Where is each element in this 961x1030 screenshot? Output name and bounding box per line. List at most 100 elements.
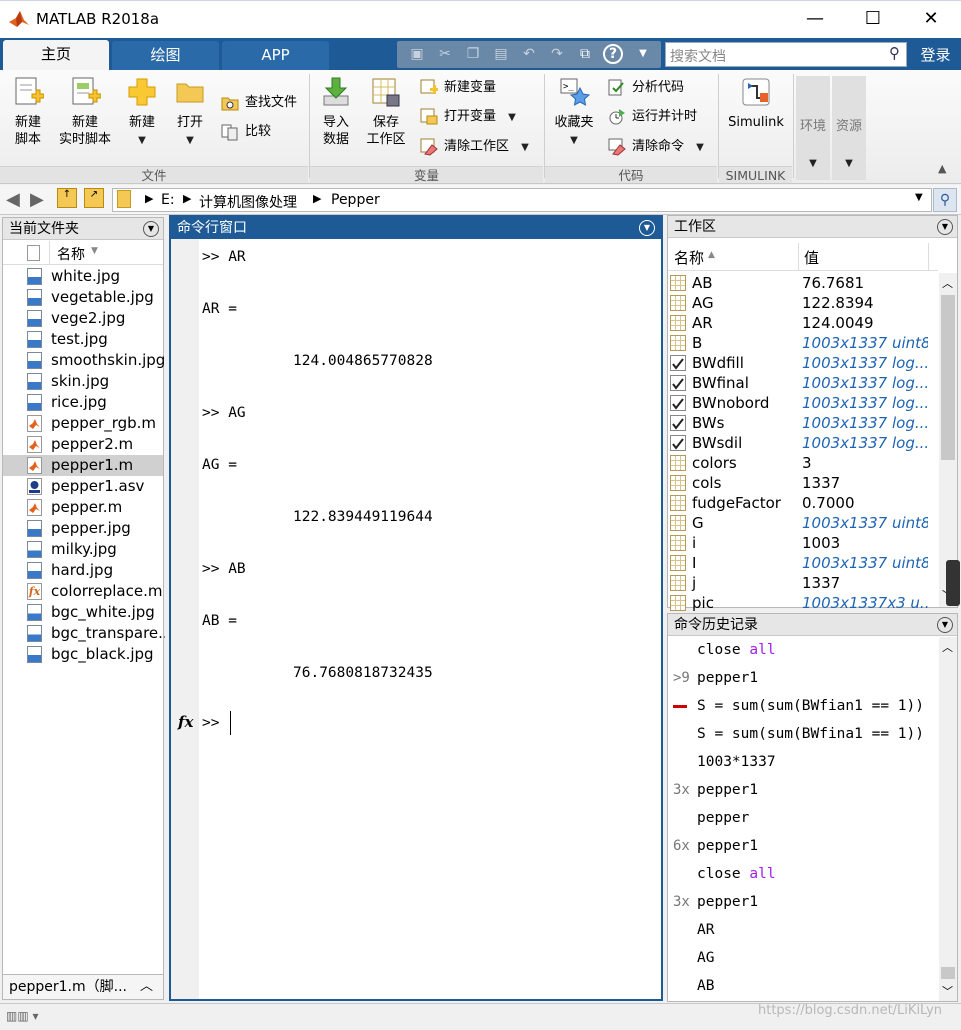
save-workspace-button[interactable]: 保存 工作区 — [363, 76, 409, 148]
favorites-dropdown-icon[interactable]: ▼ — [570, 135, 578, 146]
file-list-item[interactable]: vege2.jpg — [3, 308, 163, 329]
search-icon[interactable]: ⚲ — [889, 44, 900, 62]
workspace-variable-row[interactable]: BWsdil 1003x1337 log... — [668, 433, 940, 453]
search-documentation-input[interactable]: 搜索文档 ⚲ — [665, 42, 907, 67]
collapse-ribbon-icon[interactable]: ▲ — [938, 162, 946, 175]
resources-button[interactable]: 资源 ▼ — [832, 76, 866, 180]
new-live-script-button[interactable]: 新建 实时脚本 — [56, 76, 114, 148]
simulink-button[interactable]: Simulink — [722, 76, 790, 131]
forward-icon[interactable]: ▶ — [30, 189, 44, 210]
expand-details-icon[interactable]: ︿ — [140, 975, 153, 999]
file-list-item[interactable]: smoothskin.jpg — [3, 350, 165, 371]
open-dropdown-icon[interactable]: ▼ — [186, 135, 194, 146]
file-list-item[interactable]: white.jpg — [3, 266, 163, 287]
redo-icon[interactable]: ↷ — [547, 44, 567, 64]
scroll-thumb[interactable] — [941, 295, 955, 460]
environment-button[interactable]: 环境 ▼ — [796, 76, 830, 180]
workspace-variable-row[interactable]: BWs 1003x1337 log... — [668, 413, 940, 433]
history-entry[interactable]: pepper — [668, 804, 938, 832]
clear-workspace-button[interactable]: 清除工作区 ▼ — [420, 136, 529, 158]
login-button[interactable]: 登录 — [910, 40, 961, 70]
copy-icon[interactable]: ❐ — [463, 44, 483, 64]
scroll-thumb[interactable] — [941, 967, 955, 979]
close-button[interactable]: ✕ — [902, 1, 960, 39]
file-list-item[interactable]: pepper.jpg — [3, 518, 163, 539]
history-entry[interactable]: 3x pepper1 — [668, 888, 938, 916]
workspace-variable-row[interactable]: AR 124.0049 — [668, 313, 940, 333]
clear-workspace-dropdown-icon[interactable]: ▼ — [521, 142, 529, 153]
workspace-variable-row[interactable]: AB 76.7681 — [668, 273, 940, 293]
favorites-button[interactable]: >_ 收藏夹 ▼ — [550, 76, 598, 149]
file-list-item[interactable]: milky.jpg — [3, 539, 163, 560]
file-list-item[interactable]: test.jpg — [3, 329, 163, 350]
file-list-item[interactable]: pepper1.asv — [3, 476, 163, 497]
tab-plots[interactable]: 绘图 — [112, 41, 219, 70]
history-entry[interactable]: >9 pepper1 — [668, 664, 938, 692]
history-entry[interactable]: close all — [668, 636, 938, 664]
panel-menu-icon[interactable]: ▼ — [639, 220, 655, 236]
paste-icon[interactable]: ▤ — [491, 44, 511, 64]
history-entry[interactable]: S = sum(sum(BWfian1 == 1)) — [668, 692, 938, 720]
resources-dropdown-icon[interactable]: ▼ — [832, 155, 866, 172]
file-list-item[interactable]: rice.jpg — [3, 392, 163, 413]
open-variable-button[interactable]: 打开变量 ▼ — [420, 106, 516, 128]
file-details-bar[interactable]: pepper1.m（脚... ︿ — [2, 974, 164, 1000]
file-list-item[interactable]: pepper1.m — [3, 455, 163, 476]
panel-resize-handle[interactable] — [946, 560, 960, 606]
scroll-down-icon[interactable]: ﹀ — [942, 983, 953, 999]
clear-commands-button[interactable]: 清除命令 ▼ — [608, 136, 704, 158]
switch-windows-icon[interactable]: ⧉ — [575, 44, 595, 64]
path-folder[interactable]: 计算机图像处理 — [199, 192, 297, 212]
save-icon[interactable]: ▣ — [407, 44, 427, 64]
workspace-variable-row[interactable]: colors 3 — [668, 453, 940, 473]
history-scrollbar[interactable]: ︿ ﹀ — [939, 637, 957, 1001]
file-list-item[interactable]: hard.jpg — [3, 560, 163, 581]
panel-menu-icon[interactable]: ▼ — [143, 221, 159, 237]
name-column-header[interactable]: 名称 — [57, 244, 85, 264]
workspace-variable-row[interactable]: pic 1003x1337x3 u... — [668, 593, 940, 613]
history-entry[interactable]: 3x pepper1 — [668, 776, 938, 804]
up-folder-icon[interactable]: ↑ — [57, 188, 77, 208]
new-button[interactable]: 新建 ▼ — [120, 76, 164, 149]
new-dropdown-icon[interactable]: ▼ — [138, 135, 146, 146]
panel-menu-icon[interactable]: ▼ — [937, 617, 953, 633]
sort-ascending-icon[interactable]: ▲ — [708, 250, 715, 260]
analyze-code-button[interactable]: 分析代码 — [608, 77, 684, 99]
help-icon[interactable]: ? — [603, 44, 623, 64]
workspace-variable-row[interactable]: B 1003x1337 uint8 — [668, 333, 940, 353]
current-folder-path[interactable]: ▶ E: ▶ 计算机图像处理 ▶ Pepper ▼ — [112, 188, 932, 212]
maximize-button[interactable]: ☐ — [844, 1, 902, 39]
path-dropdown-icon[interactable]: ▼ — [915, 192, 923, 203]
file-list-item[interactable]: fx colorreplace.m — [3, 581, 163, 602]
file-type-column-icon[interactable] — [27, 245, 40, 261]
sort-icon[interactable]: ▼ — [91, 246, 98, 256]
scroll-up-icon[interactable]: ︿ — [942, 275, 953, 291]
open-button[interactable]: 打开 ▼ — [168, 76, 212, 149]
path-separator-icon[interactable]: ▶ — [313, 192, 321, 205]
workspace-variable-row[interactable]: BWdfill 1003x1337 log... — [668, 353, 940, 373]
file-list-item[interactable]: bgc_black.jpg — [3, 644, 163, 665]
file-list-item[interactable]: pepper_rgb.m — [3, 413, 163, 434]
run-and-time-button[interactable]: 运行并计时 — [608, 106, 697, 128]
workspace-variable-row[interactable]: AG 122.8394 — [668, 293, 940, 313]
clear-commands-dropdown-icon[interactable]: ▼ — [696, 142, 704, 153]
workspace-name-header[interactable]: 名称 — [674, 247, 704, 268]
history-entry[interactable]: AR — [668, 916, 938, 944]
new-variable-button[interactable]: 新建变量 — [420, 77, 496, 99]
workspace-value-header[interactable]: 值 — [804, 247, 819, 268]
history-entry[interactable]: AG — [668, 944, 938, 972]
history-entry[interactable]: S = sum(sum(BWfina1 == 1)) — [668, 720, 938, 748]
back-icon[interactable]: ◀ — [6, 189, 20, 210]
file-list-item[interactable]: bgc_white.jpg — [3, 602, 163, 623]
file-list-item[interactable]: skin.jpg — [3, 371, 163, 392]
workspace-variable-row[interactable]: BWfinal 1003x1337 log... — [668, 373, 940, 393]
path-drive[interactable]: E: — [161, 192, 175, 208]
compare-button[interactable]: 比较 — [221, 121, 271, 143]
open-variable-dropdown-icon[interactable]: ▼ — [508, 112, 516, 123]
history-entry[interactable]: close all — [668, 860, 938, 888]
history-entry[interactable]: AB — [668, 972, 938, 1000]
history-entry[interactable]: 6x pepper1 — [668, 832, 938, 860]
search-folder-icon[interactable]: ⚲ — [933, 188, 957, 212]
cut-icon[interactable]: ✂ — [435, 44, 455, 64]
workspace-variable-row[interactable]: fudgeFactor 0.7000 — [668, 493, 940, 513]
